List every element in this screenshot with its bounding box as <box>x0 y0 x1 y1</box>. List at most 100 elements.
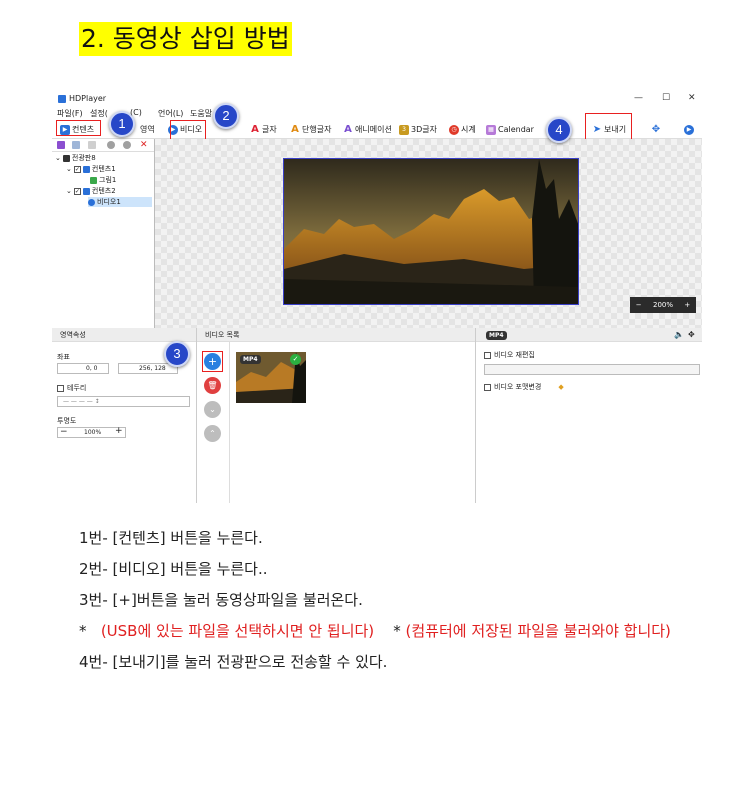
area-label: 영역 <box>140 125 155 134</box>
border-label: 테두리 <box>67 384 87 392</box>
zoom-in-button[interactable]: + <box>684 301 690 309</box>
app-icon <box>58 95 66 103</box>
text-button[interactable]: A 글자 <box>250 123 277 136</box>
menu-help[interactable]: 도움말 <box>190 108 212 119</box>
border-select[interactable]: — — — — ↕ <box>57 396 190 407</box>
animation-button[interactable]: A 애니메이션 <box>343 123 392 136</box>
tree-item-image1[interactable]: 그림1 <box>90 175 116 185</box>
video-thumbnail[interactable]: MP4 ✓ <box>236 352 306 403</box>
move-button[interactable]: ✥ <box>651 123 661 136</box>
area-button[interactable]: 영역 <box>140 123 155 136</box>
clock-icon: ◷ <box>449 124 459 135</box>
paste-icon[interactable] <box>88 141 96 149</box>
menu-settings[interactable]: 설정( <box>90 108 108 119</box>
format-change-checkbox[interactable] <box>484 383 491 391</box>
tree-item-content2[interactable]: ⌄ ✓ 컨텐츠2 <box>66 186 116 196</box>
content-icon <box>82 165 90 173</box>
opacity-label: 투명도 <box>57 417 77 425</box>
move-down-video-icon[interactable]: ⌄ <box>204 401 221 418</box>
expand-icon[interactable]: ⌄ <box>66 186 72 196</box>
note-computer: (컴퓨터에 저장된 파일을 불러와야 합니다) <box>405 622 671 640</box>
move-up-video-icon[interactable]: ⌃ <box>204 425 221 442</box>
tree-item-content1[interactable]: ⌄ ✓ 컨텐츠1 <box>66 164 116 174</box>
opacity-minus-button[interactable]: − <box>60 427 68 437</box>
video-icon <box>88 198 95 206</box>
border-row: 테두리 <box>57 383 86 393</box>
move-down-icon[interactable] <box>123 141 131 149</box>
step-4-text: 4번- [보내기]를 눌러 전광판으로 전송할 수 있다. <box>79 653 388 671</box>
tree-item-video1[interactable]: 비디오1 <box>88 197 152 207</box>
opacity-plus-button[interactable]: + <box>115 426 123 436</box>
video-preview[interactable] <box>283 158 579 305</box>
preview-canvas[interactable]: − 200% + <box>155 139 702 328</box>
check-all-icon[interactable] <box>57 141 65 149</box>
mp4-tag: MP4 <box>486 331 507 340</box>
step-1-text: 1번- [컨텐츠] 버튼을 누른다. <box>79 529 263 547</box>
re-edit-checkbox[interactable] <box>484 351 491 359</box>
format-change-option[interactable]: 비디오 포맷변경 ◆ <box>484 382 564 392</box>
calendar-icon: ▦ <box>486 124 496 135</box>
text-label: 글자 <box>262 125 277 134</box>
volume-icon[interactable]: 🔈 <box>674 330 684 339</box>
menu-language[interactable]: 언어(L) <box>158 108 183 119</box>
step-2-text: 2번- [비디오] 버튼을 누른다.. <box>79 560 268 578</box>
move-up-icon[interactable] <box>107 141 115 149</box>
clock-button[interactable]: ◷ 시계 <box>449 123 476 136</box>
play-icon: ▶ <box>684 124 694 135</box>
tree-root-label: 전광판8 <box>71 154 96 162</box>
notes-line: * (USB에 있는 파일을 선택하시면 안 됩니다) * (컴퓨터에 저장된 … <box>79 620 739 651</box>
3d-text-icon: 3 <box>399 124 409 135</box>
x-coord-field[interactable]: 0, 0 <box>57 363 109 374</box>
delete-icon[interactable]: ✕ <box>140 141 148 150</box>
re-edit-field[interactable] <box>484 364 700 375</box>
mp4-tag: MP4 <box>240 355 261 364</box>
panel-title: 영역속성 <box>52 328 196 342</box>
tree-toolbar: ✕ <box>52 139 154 152</box>
tree-item-label: 컨텐츠1 <box>91 165 116 173</box>
checkbox[interactable]: ✓ <box>73 165 81 173</box>
callout-box-add <box>202 351 223 372</box>
single-text-label: 단행글자 <box>302 125 332 134</box>
close-button[interactable]: ✕ <box>688 93 696 103</box>
border-checkbox[interactable] <box>57 384 64 392</box>
options-header: MP4 🔈 ✥ <box>476 328 702 342</box>
single-line-text-button[interactable]: A 단행글자 <box>290 123 331 136</box>
checkbox[interactable]: ✓ <box>73 187 81 195</box>
3d-text-button[interactable]: 3 3D글자 <box>399 123 437 136</box>
zoom-out-button[interactable]: − <box>636 301 642 309</box>
step-3-text: 3번- [+]버튼을 눌러 동영상파일을 불러온다. <box>79 591 363 609</box>
expand-icon[interactable]: ⌄ <box>66 164 72 174</box>
copy-icon[interactable] <box>72 141 80 149</box>
delete-video-button[interactable]: 🗑 <box>204 377 221 394</box>
animation-icon: A <box>344 123 352 135</box>
title-bar: HDPlayer — ☐ ✕ <box>52 90 702 107</box>
callout-box-content <box>56 120 101 136</box>
tree-root[interactable]: ⌄ 전광판8 <box>55 153 96 163</box>
note-star-1: * <box>79 622 87 640</box>
maximize-button[interactable]: ☐ <box>662 93 670 103</box>
warning-icon: ◆ <box>558 383 564 391</box>
app-title: HDPlayer <box>69 94 107 103</box>
menu-file[interactable]: 파일(F) <box>57 108 83 119</box>
tree-item-label: 컨텐츠2 <box>91 187 116 195</box>
single-text-icon: A <box>291 123 299 135</box>
video-list-actions: + 🗑 ⌄ ⌃ <box>197 342 230 503</box>
calendar-button[interactable]: ▦ Calendar <box>486 123 534 136</box>
minimize-button[interactable]: — <box>634 93 643 103</box>
page-heading: 2. 동영상 삽입 방법 <box>79 22 292 56</box>
re-edit-option[interactable]: 비디오 재편집 <box>484 350 535 360</box>
expand-icon[interactable]: ⌄ <box>55 153 61 163</box>
calendar-label: Calendar <box>498 125 534 134</box>
video-list-panel: 비디오 목록 + 🗑 ⌄ ⌃ MP4 ✓ <box>197 328 476 503</box>
move-icon: ✥ <box>651 123 661 135</box>
hdplayer-screenshot: HDPlayer — ☐ ✕ 파일(F) 설정( (C) 언어(L) 도움말 ▶… <box>52 90 702 503</box>
selected-check-icon: ✓ <box>290 354 301 365</box>
image-icon <box>90 176 97 184</box>
clock-label: 시계 <box>461 125 476 134</box>
zoom-value: 200% <box>652 301 673 309</box>
animation-label: 애니메이션 <box>355 125 392 134</box>
play-button[interactable]: ▶ <box>684 123 694 136</box>
step-badge-1: 1 <box>109 111 135 137</box>
settings-icon[interactable]: ✥ <box>688 330 695 339</box>
re-edit-label: 비디오 재편집 <box>494 351 535 359</box>
